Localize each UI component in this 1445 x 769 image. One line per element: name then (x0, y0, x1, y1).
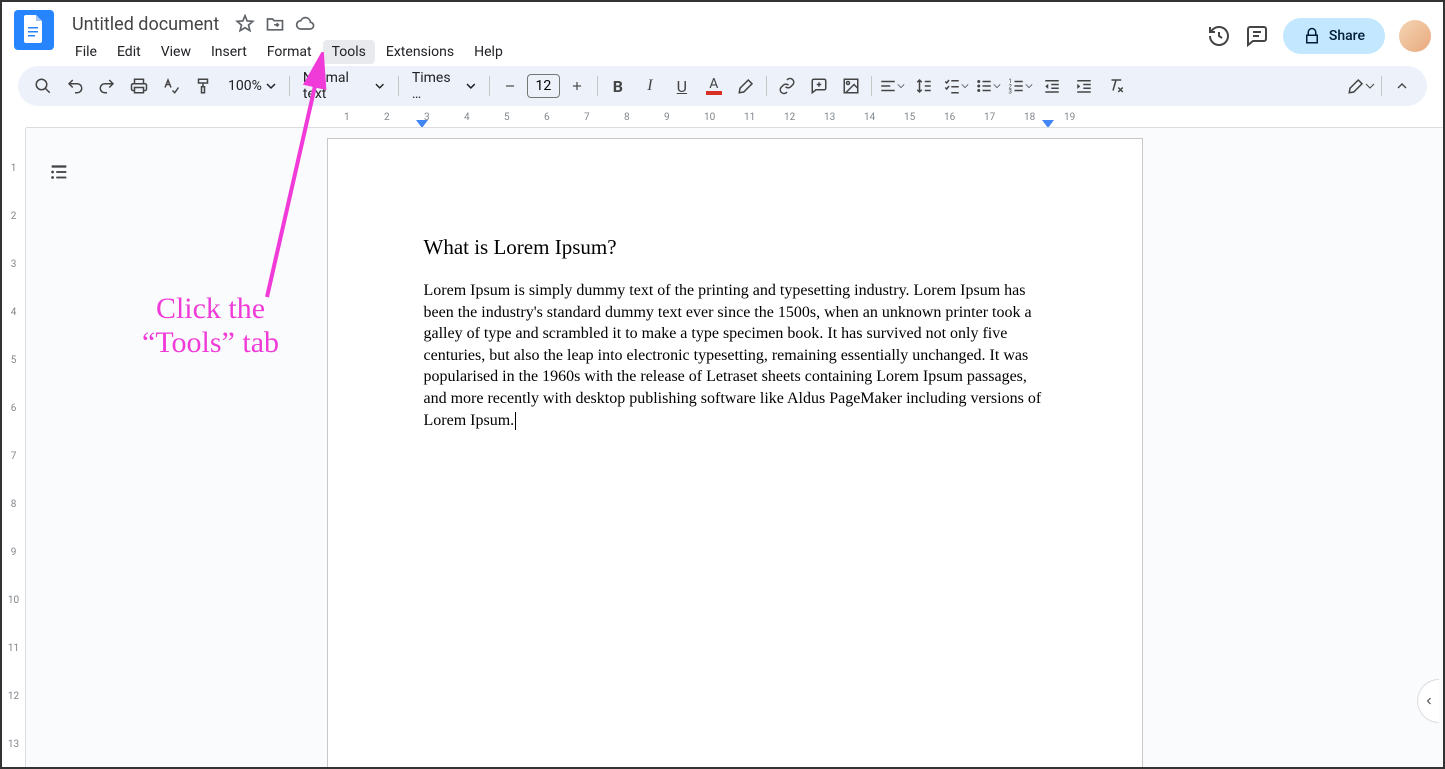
checklist-icon[interactable] (941, 71, 971, 101)
toolbar: 100% Normal text Times … 12 B I U A 123 (18, 66, 1427, 106)
increase-indent-icon[interactable] (1069, 71, 1099, 101)
share-label: Share (1329, 28, 1365, 44)
menu-help[interactable]: Help (465, 40, 512, 64)
clear-format-icon[interactable] (1101, 71, 1131, 101)
text-color-icon[interactable]: A (699, 71, 729, 101)
horizontal-ruler[interactable]: 12345678910111213141516171819 (26, 110, 1443, 128)
bullet-list-icon[interactable] (973, 71, 1003, 101)
move-icon[interactable] (265, 14, 285, 34)
decrease-font-icon[interactable] (495, 71, 525, 101)
highlight-icon[interactable] (731, 71, 761, 101)
menu-tools[interactable]: Tools (323, 40, 375, 64)
comment-icon[interactable] (1245, 24, 1269, 48)
document-page: What is Lorem Ipsum? Lorem Ipsum is simp… (327, 138, 1143, 767)
vertical-ruler[interactable]: 12345678910111213 (2, 128, 26, 767)
history-icon[interactable] (1207, 24, 1231, 48)
font-dropdown[interactable]: Times … (404, 66, 484, 106)
spellcheck-icon[interactable] (156, 71, 186, 101)
link-icon[interactable] (772, 71, 802, 101)
align-icon[interactable] (877, 71, 907, 101)
number-list-icon[interactable]: 123 (1005, 71, 1035, 101)
docs-logo[interactable] (14, 10, 54, 50)
menu-edit[interactable]: Edit (108, 40, 150, 64)
print-icon[interactable] (124, 71, 154, 101)
search-icon[interactable] (28, 71, 58, 101)
svg-text:3: 3 (1008, 89, 1011, 96)
menu-view[interactable]: View (152, 40, 200, 64)
editing-mode-icon[interactable] (1346, 71, 1376, 101)
add-comment-icon[interactable] (804, 71, 834, 101)
document-title[interactable]: Untitled document (66, 12, 225, 37)
app-header: Untitled document File Edit View Insert … (2, 2, 1443, 66)
increase-font-icon[interactable] (562, 71, 592, 101)
insert-image-icon[interactable] (836, 71, 866, 101)
redo-icon[interactable] (92, 71, 122, 101)
menu-insert[interactable]: Insert (202, 40, 256, 64)
outline-toggle-icon[interactable] (44, 157, 74, 187)
share-button[interactable]: Share (1283, 18, 1385, 54)
decrease-indent-icon[interactable] (1037, 71, 1067, 101)
underline-icon[interactable]: U (667, 71, 697, 101)
menu-extensions[interactable]: Extensions (377, 40, 463, 64)
user-avatar[interactable] (1399, 20, 1431, 52)
line-spacing-icon[interactable] (909, 71, 939, 101)
undo-icon[interactable] (60, 71, 90, 101)
text-cursor (515, 412, 516, 430)
document-heading[interactable]: What is Lorem Ipsum? (424, 235, 1046, 260)
cloud-icon[interactable] (295, 14, 315, 34)
menu-bar: File Edit View Insert Format Tools Exten… (66, 40, 1207, 64)
document-body[interactable]: Lorem Ipsum is simply dummy text of the … (424, 280, 1046, 431)
menu-file[interactable]: File (66, 40, 106, 64)
italic-icon[interactable]: I (635, 71, 665, 101)
collapse-icon[interactable] (1387, 71, 1417, 101)
font-size-input[interactable]: 12 (527, 74, 560, 98)
star-icon[interactable] (235, 14, 255, 34)
zoom-dropdown[interactable]: 100% (220, 74, 284, 98)
document-canvas[interactable]: What is Lorem Ipsum? Lorem Ipsum is simp… (26, 128, 1443, 767)
menu-format[interactable]: Format (258, 40, 321, 64)
bold-icon[interactable]: B (603, 71, 633, 101)
style-dropdown[interactable]: Normal text (295, 66, 393, 106)
paint-format-icon[interactable] (188, 71, 218, 101)
